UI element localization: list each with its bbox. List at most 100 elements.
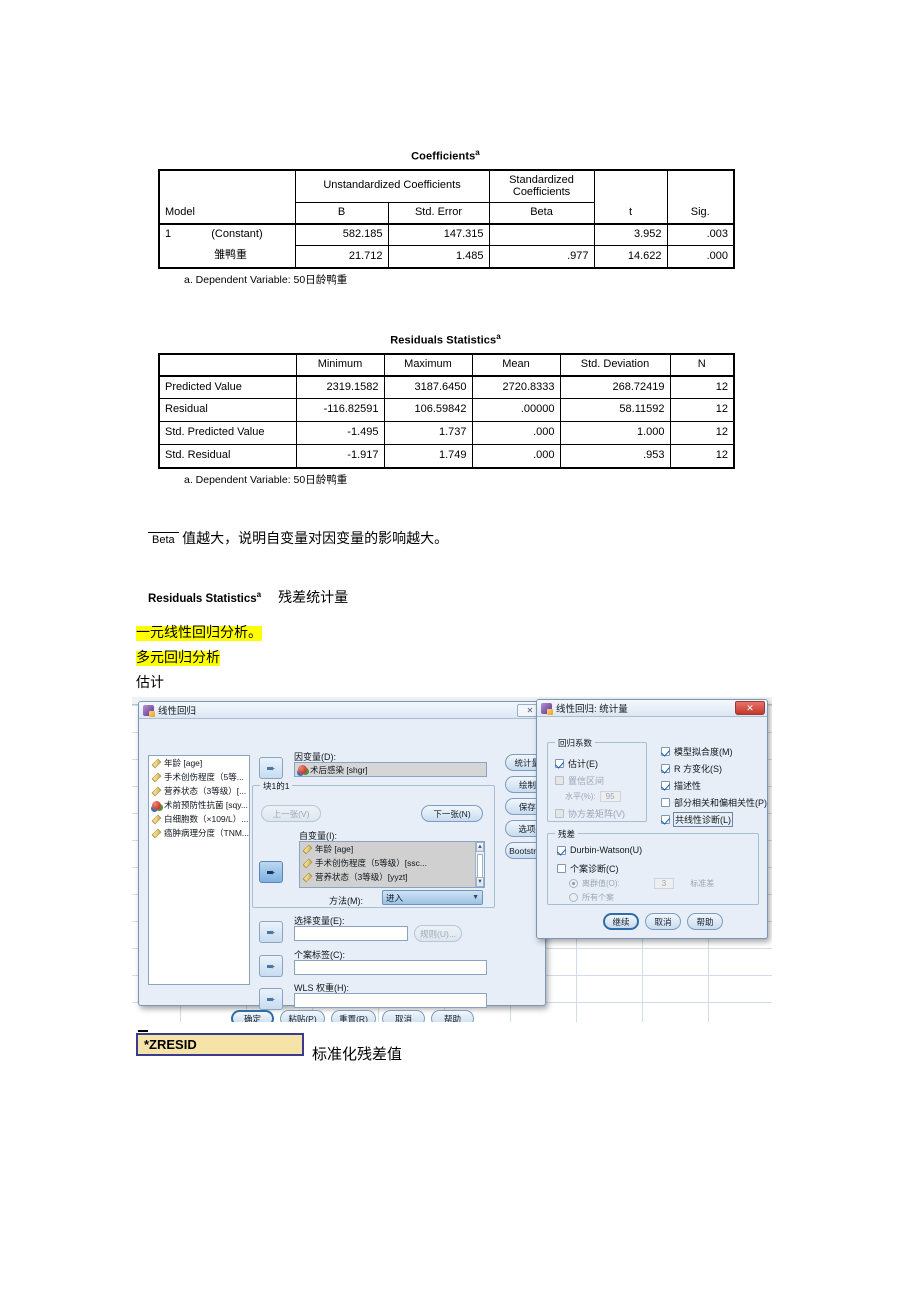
list-item[interactable]: 营养状态（3等级）[yyzt] — [300, 870, 484, 884]
estimates-label: 估计(E) — [568, 759, 598, 769]
independent-variable-list[interactable]: 年龄 [age] 手术创伤程度（5等级）[ssc... 营养状态（3等级）[yy… — [299, 841, 485, 888]
list-item[interactable]: 年龄 [age] — [149, 756, 249, 770]
method-select[interactable]: 进入 ▼ — [382, 890, 483, 905]
zresid-caption: 标准化残差值 — [312, 1047, 403, 1063]
list-item[interactable]: 营养状态（3等级）[... — [149, 784, 249, 798]
next-block-button[interactable]: 下一张(N) — [421, 805, 483, 822]
descriptives-checkbox[interactable]: 描述性 — [661, 779, 701, 792]
cancel-button[interactable]: 取消 — [382, 1010, 425, 1022]
all-cases-radio[interactable]: 所有个案 — [569, 892, 614, 903]
covariance-matrix-checkbox[interactable]: 协方差矩阵(V) — [555, 807, 625, 820]
move-to-independent-button[interactable]: ➨ — [259, 861, 283, 883]
dependent-variable-box[interactable]: 术后感染 [shgr] — [294, 762, 487, 777]
coefficients-title-superscript: a — [475, 148, 480, 157]
list-item[interactable]: 白细胞数（×109/L）... — [149, 812, 249, 826]
list-item-label: 营养状态（3等级）[yyzt] — [315, 872, 408, 882]
header-maximum: Maximum — [383, 352, 473, 377]
cell-mean: 2720.8333 — [471, 374, 561, 400]
rule-button-label: 规则(U)... — [420, 928, 456, 939]
move-to-dependent-button[interactable]: ➨ — [259, 757, 283, 779]
help-button[interactable]: 帮助 — [431, 1010, 474, 1022]
paste-button[interactable]: 粘贴(P) — [280, 1010, 325, 1022]
cell-minimum: 2319.1582 — [295, 374, 385, 400]
cell-mean: .000 — [471, 421, 561, 446]
list-item[interactable]: 癌肿病理分度（TNM... — [149, 826, 249, 840]
selection-variable-input[interactable] — [294, 926, 408, 941]
highlight-line-1: 一元线性回归分析。 — [136, 622, 262, 642]
rs-label: Residuals Statisticsa — [148, 590, 261, 605]
list-item-label: 年龄 [age] — [164, 758, 203, 768]
outliers-unit-label: 标准差 — [690, 879, 715, 888]
checkbox-icon — [557, 864, 566, 873]
durbin-watson-checkbox[interactable]: Durbin-Watson(U) — [557, 845, 642, 855]
cancel-button[interactable]: 取消 — [645, 913, 681, 930]
cell-std-deviation: 1.000 — [559, 421, 671, 446]
confidence-interval-checkbox[interactable]: 置信区间 — [555, 774, 604, 787]
cell-b: 582.185 — [294, 222, 389, 247]
part-partial-correlations-checkbox[interactable]: 部分相关和偏相关性(P) — [661, 796, 767, 809]
cell-b: 21.712 — [294, 245, 389, 269]
case-label-input[interactable] — [294, 960, 487, 975]
estimates-checkbox[interactable]: 估计(E) — [555, 757, 598, 770]
collinearity-diagnostics-checkbox[interactable]: 共线性诊断(L) — [661, 812, 733, 827]
scroll-up-icon[interactable]: ▲ — [476, 842, 484, 852]
dialog-body: 年龄 [age] 手术创伤程度（5等... 营养状态（3等级）[... 术前预防… — [139, 719, 568, 1022]
scale-icon — [151, 772, 162, 782]
cell-n: 12 — [669, 398, 735, 423]
part-partial-correlations-label: 部分相关和偏相关性(P) — [674, 798, 767, 808]
table-row: 雏鸭重 21.712 1.485 .977 14.622 .000 — [158, 245, 736, 269]
scrollbar[interactable]: ▲ ▼ — [475, 842, 484, 887]
list-item-label: 白细胞数（×109/L）... — [164, 814, 249, 824]
help-button[interactable]: 帮助 — [687, 913, 723, 930]
confidence-level-value[interactable]: 95 — [599, 791, 621, 802]
list-item[interactable]: 年龄 [age] — [300, 842, 484, 856]
list-item[interactable]: 手术创伤程度（5等... — [149, 770, 249, 784]
dependent-variable-content: 术后感染 [shgr] — [295, 763, 486, 776]
continue-button-label: 继续 — [612, 916, 630, 927]
move-to-selection-button[interactable]: ➨ — [259, 921, 283, 943]
table-row: Std. Predicted Value -1.495 1.737 .000 1… — [158, 421, 735, 446]
dialog-title: 线性回归 — [158, 706, 197, 717]
r-squared-change-checkbox[interactable]: R 方变化(S) — [661, 762, 722, 775]
confidence-level-label: 水平(%): — [565, 792, 596, 801]
continue-button[interactable]: 继续 — [603, 913, 639, 930]
cell-mean: .000 — [471, 444, 561, 469]
list-item[interactable]: 术前预防性抗菌 [sqy... — [149, 798, 249, 812]
close-icon[interactable]: ✕ — [735, 701, 765, 715]
checkbox-icon — [661, 747, 670, 756]
list-item-label: 营养状态（3等级）[... — [164, 786, 247, 796]
residuals-block: Residuals Statisticsa Minimum Maximum Me… — [158, 332, 735, 487]
source-variable-list[interactable]: 年龄 [age] 手术创伤程度（5等... 营养状态（3等级）[... 术前预防… — [148, 755, 250, 985]
cell-maximum: 3187.6450 — [383, 374, 473, 400]
scroll-down-icon[interactable]: ▼ — [476, 877, 484, 887]
row-model-number: 1 — [165, 228, 172, 241]
casewise-diagnostics-label: 个案诊断(C) — [570, 864, 619, 874]
outliers-radio[interactable]: 离群值(O): 3 标准差 — [569, 878, 714, 889]
row-model-label: 雏鸭重 — [158, 245, 296, 269]
move-to-case-label-button[interactable]: ➨ — [259, 955, 283, 977]
model-fit-checkbox[interactable]: 模型拟合度(M) — [661, 745, 733, 758]
move-to-wls-button[interactable]: ➨ — [259, 988, 283, 1010]
coefficients-title-text: Coefficients — [411, 150, 476, 163]
dialog-titlebar: 线性回归 ✕ — [139, 702, 545, 719]
coefficients-block: Coefficientsa Unstandardized Coefficient… — [158, 148, 736, 287]
casewise-diagnostics-checkbox[interactable]: 个案诊断(C) — [557, 862, 619, 875]
group-standardized-line1: Standardized — [509, 173, 574, 186]
outliers-value[interactable]: 3 — [653, 878, 675, 889]
zresid-value-box[interactable]: *ZRESID — [136, 1030, 304, 1056]
reset-button[interactable]: 重置(R) — [331, 1010, 376, 1022]
previous-block-label: 上一张(V) — [272, 808, 310, 819]
rule-button[interactable]: 规则(U)... — [414, 925, 462, 942]
ok-button[interactable]: 确定 — [231, 1010, 274, 1022]
cell-mean: .00000 — [471, 398, 561, 423]
collinearity-diagnostics-label: 共线性诊断(L) — [673, 812, 733, 827]
table-row: 1 (Constant) 582.185 147.315 3.952 .003 — [158, 222, 736, 247]
model-fit-label: 模型拟合度(M) — [674, 747, 733, 757]
wls-weight-input[interactable] — [294, 993, 487, 1008]
durbin-watson-label: Durbin-Watson(U) — [570, 845, 643, 855]
statistics-dialog-title: 线性回归: 统计量 — [556, 704, 628, 715]
row-label: Std. Residual — [158, 444, 297, 469]
previous-block-button[interactable]: 上一张(V) — [261, 805, 321, 822]
residuals-title: Residuals Statisticsa — [158, 332, 733, 347]
list-item[interactable]: 手术创伤程度（5等级）[ssc... — [300, 856, 484, 870]
